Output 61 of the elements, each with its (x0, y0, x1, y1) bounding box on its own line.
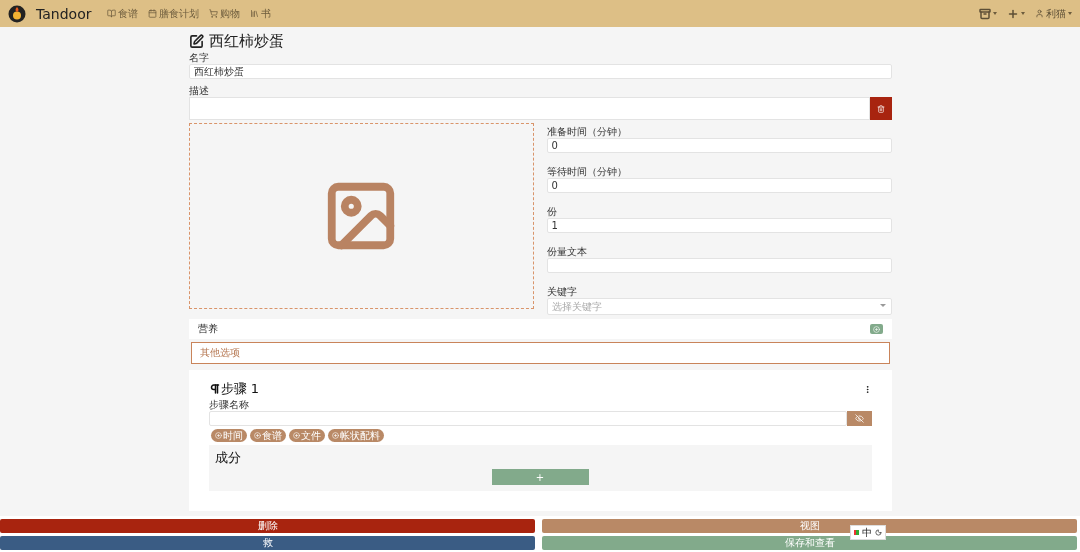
plus-icon (1007, 7, 1019, 20)
box-icon (979, 7, 991, 20)
name-input[interactable]: 西红柿炒蛋 (188, 64, 892, 79)
field-label: 关键字 (546, 286, 578, 298)
footer-button[interactable]: 保存和查看 (542, 536, 1077, 550)
nav-link[interactable]: 膳食计划 (148, 6, 200, 21)
card-title: 营养 (197, 322, 218, 336)
field-label: 份量文本 (546, 246, 588, 258)
user-menu[interactable]: 利猫 (1035, 6, 1072, 21)
nav-menu[interactable] (979, 7, 997, 20)
book-icon (107, 9, 117, 18)
add-chip[interactable]: 食谱 (249, 429, 286, 442)
number-input[interactable] (546, 258, 892, 273)
section-title: 成分 (214, 449, 242, 467)
number-input[interactable]: 1 (546, 218, 892, 233)
page-title: 西红柿炒蛋 (208, 32, 284, 51)
paragraph-icon (208, 383, 221, 395)
step-name-input[interactable] (208, 411, 848, 426)
edit-icon (188, 34, 204, 49)
delete-button[interactable] (869, 97, 892, 120)
plus-icon (292, 432, 300, 439)
plus-icon (331, 432, 339, 439)
eye-off-icon (854, 414, 864, 423)
image-dropzone[interactable] (188, 123, 534, 309)
logo-icon (8, 4, 26, 23)
field-label: 等待时间（分钟） (546, 166, 628, 178)
caret-icon (1068, 12, 1072, 15)
nav-link[interactable]: 食谱 (107, 6, 139, 21)
step-title: 步骤 1 (220, 380, 259, 398)
plus-icon (872, 325, 880, 333)
hide-button[interactable] (847, 411, 872, 426)
number-input[interactable]: 0 (546, 178, 892, 193)
plus-icon (214, 432, 222, 439)
footer-button[interactable]: 删除 (0, 519, 535, 533)
user-icon (1035, 9, 1044, 18)
keyword-select[interactable]: 选择关键字 (546, 298, 892, 315)
other-options-toggle[interactable]: 其他选项 (190, 342, 890, 364)
number-input[interactable]: 0 (546, 138, 892, 153)
field-label: 准备时间（分钟） (546, 126, 628, 138)
brand-name[interactable]: Tandoor (36, 5, 92, 22)
nav-menu[interactable] (1007, 7, 1025, 20)
field-label: 名字 (188, 52, 210, 64)
add-chip[interactable]: 时间 (210, 429, 247, 442)
trash-icon (876, 104, 885, 113)
field-label: 份 (546, 206, 558, 218)
nav-link[interactable]: 购物 (209, 6, 241, 21)
add-nutrition-button[interactable] (869, 324, 883, 334)
plus-icon (253, 432, 261, 439)
books-icon (250, 9, 260, 18)
cart-icon (209, 9, 219, 18)
nav-link[interactable]: 书 (250, 6, 272, 21)
calendar-icon (148, 9, 158, 18)
footer-button[interactable]: 救 (0, 536, 535, 550)
field-label: 步骤名称 (208, 399, 250, 411)
add-chip[interactable]: 帐状配料 (327, 429, 384, 442)
field-label: 描述 (188, 85, 210, 97)
caret-icon (1021, 12, 1025, 15)
add-chip[interactable]: 文件 (288, 429, 325, 442)
caret-icon (993, 12, 997, 15)
description-input[interactable] (188, 97, 870, 120)
add-ingredient-button[interactable]: + (491, 469, 589, 485)
